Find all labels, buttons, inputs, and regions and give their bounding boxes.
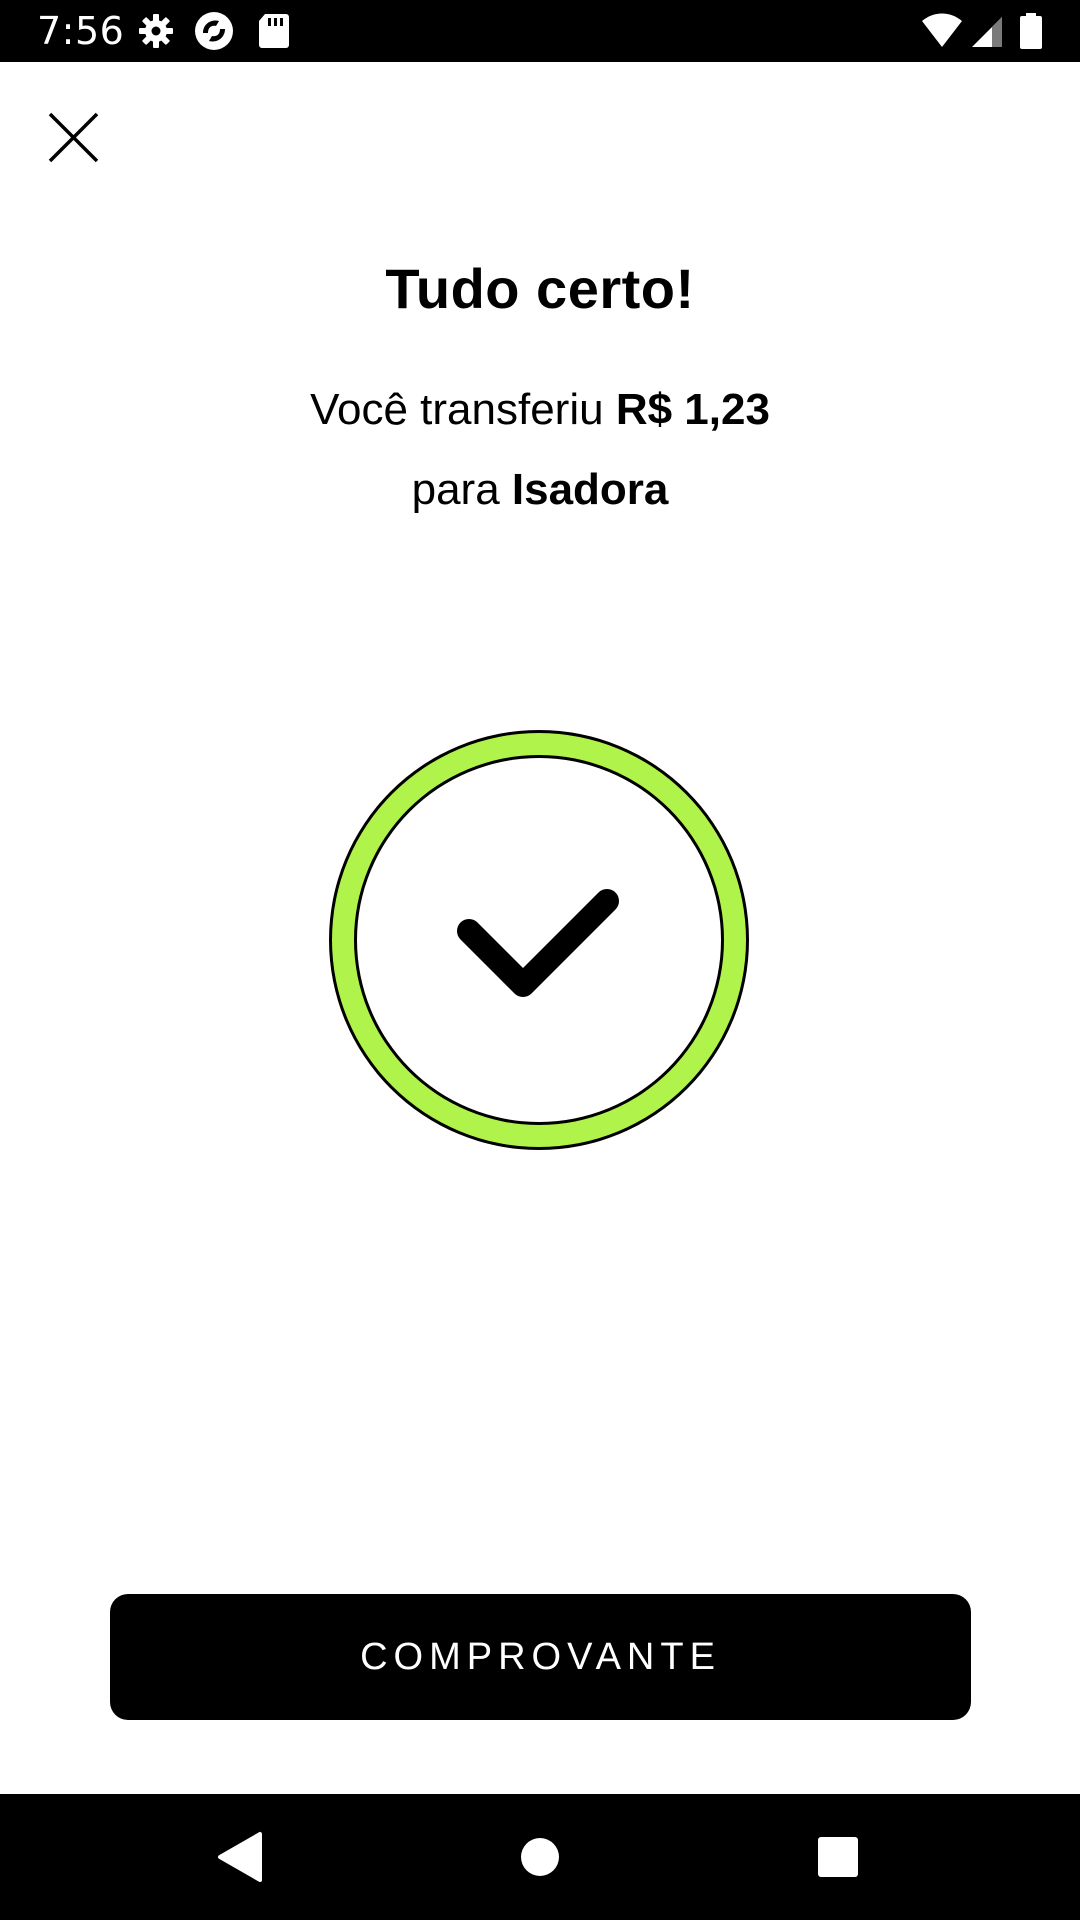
close-button[interactable] [40, 106, 106, 172]
transfer-message: Você transferiu R$ 1,23 para Isadora [0, 370, 1080, 530]
back-icon [208, 1824, 274, 1890]
recipient-name: Isadora [511, 465, 669, 514]
check-circle-icon [327, 728, 751, 1152]
home-icon [507, 1824, 573, 1890]
close-icon [40, 106, 106, 172]
recents-button[interactable] [805, 1824, 871, 1890]
message-mid: para [411, 465, 512, 514]
page-title: Tudo certo! [385, 257, 695, 320]
message-line-2: para Isadora [0, 450, 1080, 530]
message-prefix: Você transferiu [310, 385, 616, 434]
recents-icon [805, 1824, 871, 1890]
battery-icon [1012, 11, 1050, 51]
back-button[interactable] [208, 1824, 274, 1890]
status-time: 7:56 [37, 9, 125, 53]
transfer-amount: R$ 1,23 [615, 385, 770, 434]
receipt-button[interactable]: COMPROVANTE [110, 1594, 971, 1720]
gear-icon [136, 11, 176, 51]
signal-icon [968, 11, 1008, 51]
navigation-bar [0, 1794, 1080, 1920]
home-button[interactable] [507, 1824, 573, 1890]
wifi-icon [920, 11, 964, 51]
status-bar: 7:56 [0, 0, 1080, 62]
sync-icon [194, 11, 234, 51]
message-line-1: Você transferiu R$ 1,23 [0, 370, 1080, 450]
sd-card-icon [254, 11, 294, 51]
